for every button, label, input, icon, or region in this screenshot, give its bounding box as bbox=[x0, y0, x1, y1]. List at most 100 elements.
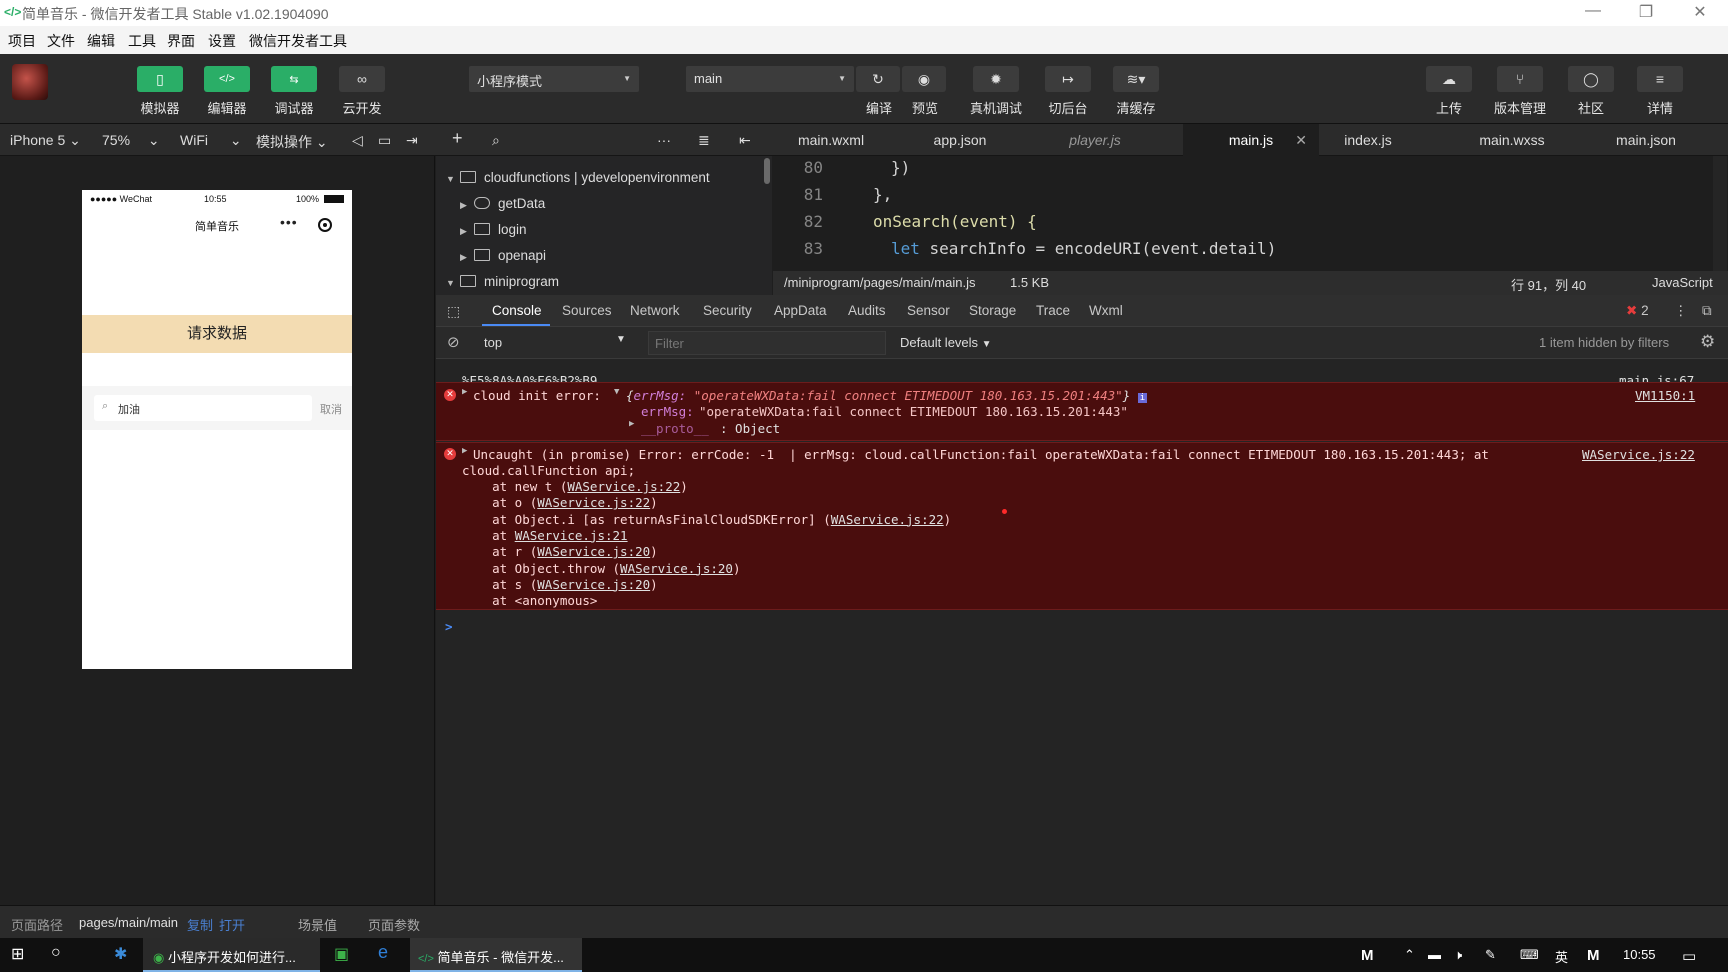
tab-app-json[interactable]: app.json bbox=[905, 124, 1015, 156]
ime-mode-icon[interactable]: M bbox=[1587, 938, 1600, 972]
sidebar-toggle-icon[interactable]: ⇤ bbox=[739, 132, 751, 149]
tab-main-js[interactable]: main.js ✕ bbox=[1183, 124, 1319, 156]
tab-console[interactable]: Console bbox=[492, 303, 542, 318]
expand-arrow-icon[interactable]: ▼ bbox=[614, 387, 619, 397]
taskbar-app-browser[interactable]: ◉ 小程序开发如何进行... bbox=[143, 938, 320, 972]
tree-node-login[interactable]: ▶ login bbox=[460, 222, 527, 237]
tray-chevron-icon[interactable]: ⌃ bbox=[1404, 938, 1415, 972]
keyboard-tray-icon[interactable]: ⌨ bbox=[1520, 938, 1539, 972]
stack-frame-link[interactable]: WAService.js:20 bbox=[620, 561, 733, 576]
filter-input[interactable]: Filter bbox=[648, 331, 886, 355]
version-button[interactable]: ⑂ bbox=[1497, 66, 1543, 92]
pinned-app-icon[interactable]: ✱ bbox=[114, 938, 127, 972]
simulator-toggle-button[interactable]: ▯ bbox=[137, 66, 183, 92]
more-icon[interactable]: ··· bbox=[657, 132, 671, 148]
menu-edit[interactable]: 编辑 bbox=[87, 31, 115, 51]
input-language[interactable]: 英 bbox=[1555, 938, 1568, 972]
background-button[interactable]: ↦ bbox=[1045, 66, 1091, 92]
compile-mode-select[interactable]: main ▼ bbox=[686, 66, 854, 92]
expand-arrow-icon[interactable]: ▶ bbox=[629, 419, 634, 429]
close-icon[interactable]: ✕ bbox=[1680, 2, 1720, 22]
open-link[interactable]: 打开 bbox=[219, 915, 245, 934]
zoom-select[interactable]: 75% ⌄ bbox=[102, 132, 160, 149]
clear-cache-button[interactable]: ≋▾ bbox=[1113, 66, 1159, 92]
tree-node-miniprogram[interactable]: ▼ miniprogram bbox=[446, 274, 559, 289]
levels-select[interactable]: Default levels ▼ bbox=[900, 335, 992, 350]
stack-frame-link[interactable]: WAService.js:22 bbox=[537, 495, 650, 510]
community-button[interactable]: ◯ bbox=[1568, 66, 1614, 92]
volume-tray-icon[interactable]: 🕨 bbox=[1454, 938, 1462, 972]
taskbar-app-devtools[interactable]: </> 简单音乐 - 微信开发... bbox=[410, 938, 582, 972]
tab-index-js[interactable]: index.js bbox=[1330, 124, 1406, 156]
pen-tray-icon[interactable]: ✎ bbox=[1485, 938, 1496, 972]
add-file-icon[interactable]: + bbox=[452, 128, 463, 149]
expand-arrow-icon[interactable]: ▶ bbox=[462, 446, 467, 456]
device-select[interactable]: iPhone 5 ⌄ bbox=[10, 132, 81, 149]
expand-arrow-icon[interactable]: ▶ bbox=[462, 387, 467, 397]
context-select[interactable]: top ▼ bbox=[480, 332, 630, 354]
tab-sensor[interactable]: Sensor bbox=[907, 303, 950, 318]
stack-frame-link[interactable]: WAService.js:22 bbox=[831, 512, 944, 527]
cortana-circle-icon[interactable]: ○ bbox=[51, 938, 61, 972]
tab-appdata[interactable]: AppData bbox=[774, 303, 827, 318]
menu-view[interactable]: 界面 bbox=[167, 31, 195, 51]
tab-sources[interactable]: Sources bbox=[562, 303, 612, 318]
scene-value-button[interactable]: 场景值 bbox=[298, 915, 337, 934]
code-editor[interactable]: 80 }) 81 }, 82 onSearch(event) { 83 let … bbox=[773, 156, 1728, 271]
detach-icon[interactable]: ⇥ bbox=[406, 132, 418, 149]
tab-security[interactable]: Security bbox=[703, 303, 752, 318]
tree-scrollbar[interactable] bbox=[764, 158, 770, 184]
upload-button[interactable]: ☁ bbox=[1426, 66, 1472, 92]
search-icon[interactable]: ⌕ bbox=[492, 132, 500, 149]
menu-settings[interactable]: 设置 bbox=[208, 31, 236, 51]
console-source-link[interactable]: WAService.js:22 bbox=[1582, 447, 1695, 462]
tab-trace[interactable]: Trace bbox=[1036, 303, 1070, 318]
console-source-link[interactable]: VM1150:1 bbox=[1635, 388, 1695, 403]
rotate-icon[interactable]: ▭ bbox=[378, 132, 391, 149]
menu-file[interactable]: 文件 bbox=[47, 31, 75, 51]
restore-icon[interactable]: ❐ bbox=[1626, 2, 1666, 22]
battery-tray-icon[interactable]: ▬ bbox=[1428, 938, 1441, 972]
tab-main-json[interactable]: main.json bbox=[1600, 124, 1692, 156]
minimize-icon[interactable]: — bbox=[1573, 2, 1613, 20]
language-mode[interactable]: JavaScript bbox=[1652, 275, 1713, 290]
error-count-badge[interactable]: ✖ 2 bbox=[1626, 303, 1649, 319]
clear-console-icon[interactable]: ⊘ bbox=[447, 333, 460, 351]
wechat-work-icon[interactable]: ▣ bbox=[334, 938, 349, 972]
stack-frame-link[interactable]: WAService.js:20 bbox=[537, 544, 650, 559]
page-params-button[interactable]: 页面参数 bbox=[368, 915, 420, 934]
stack-frame-link[interactable]: WAService.js:21 bbox=[515, 528, 628, 543]
edge-browser-icon[interactable]: e bbox=[378, 938, 388, 972]
inspect-element-icon[interactable]: ⬚ bbox=[447, 303, 460, 320]
avatar[interactable] bbox=[12, 64, 48, 100]
debugger-toggle-button[interactable]: ⇆ bbox=[271, 66, 317, 92]
tab-main-wxss[interactable]: main.wxss bbox=[1465, 124, 1559, 156]
editor-toggle-button[interactable]: </> bbox=[204, 66, 250, 92]
tree-node-openapi[interactable]: ▶ openapi bbox=[460, 248, 546, 263]
compile-button[interactable]: ↻ bbox=[856, 66, 900, 92]
preview-button[interactable]: ◉ bbox=[902, 66, 946, 92]
menu-project[interactable]: 项目 bbox=[8, 31, 36, 51]
close-capsule-icon[interactable] bbox=[318, 218, 332, 232]
more-dots-icon[interactable]: ••• bbox=[280, 214, 298, 230]
menu-devtools[interactable]: 微信开发者工具 bbox=[249, 31, 347, 51]
mode-select[interactable]: 小程序模式 ▼ bbox=[469, 66, 639, 92]
close-tab-icon[interactable]: ✕ bbox=[1295, 132, 1307, 149]
cancel-button[interactable]: 取消 bbox=[320, 401, 342, 417]
menu-tools[interactable]: 工具 bbox=[128, 31, 156, 51]
tree-node-getdata[interactable]: ▶ getData bbox=[460, 196, 545, 211]
remote-debug-button[interactable]: ✹ bbox=[973, 66, 1019, 92]
details-button[interactable]: ≡ bbox=[1637, 66, 1683, 92]
taskbar-clock[interactable]: 10:55 bbox=[1623, 938, 1656, 972]
notification-icon[interactable]: ▭ bbox=[1682, 938, 1696, 972]
undock-icon[interactable]: ⧉ bbox=[1702, 303, 1712, 319]
stack-frame-link[interactable]: WAService.js:20 bbox=[537, 577, 650, 592]
sim-ops-select[interactable]: 模拟操作 ⌄ bbox=[256, 132, 328, 152]
search-input[interactable]: ⌕ 加油 bbox=[94, 395, 312, 421]
copy-link[interactable]: 复制 bbox=[187, 915, 213, 934]
error-object-preview[interactable]: {errMsg: "operateWXData:fail connect ETI… bbox=[626, 388, 1148, 403]
request-data-button[interactable]: 请求数据 bbox=[82, 315, 352, 353]
editor-scrollbar[interactable] bbox=[1713, 156, 1727, 271]
gear-icon[interactable]: ⚙ bbox=[1700, 332, 1715, 352]
windows-start-icon[interactable]: ⊞ bbox=[11, 938, 24, 972]
